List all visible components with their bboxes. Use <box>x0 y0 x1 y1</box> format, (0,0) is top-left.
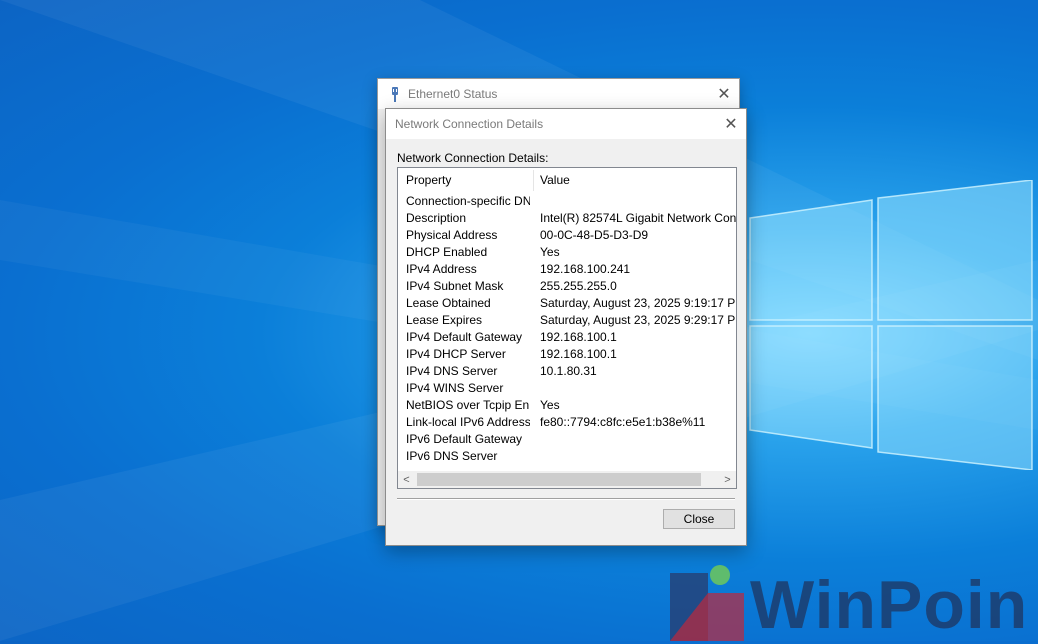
column-header-property[interactable]: Property <box>406 168 451 193</box>
list-item[interactable]: NetBIOS over Tcpip En... Yes <box>398 397 736 414</box>
scroll-right-icon[interactable]: > <box>719 471 736 488</box>
list-item[interactable]: IPv4 DNS Server 10.1.80.31 <box>398 363 736 380</box>
list-item[interactable]: Physical Address 00-0C-48-D5-D3-D9 <box>398 227 736 244</box>
details-label: Network Connection Details: <box>397 151 549 165</box>
value-cell: 192.168.100.241 <box>540 262 631 276</box>
list-item[interactable]: IPv6 Default Gateway <box>398 431 736 448</box>
property-cell: IPv4 Subnet Mask <box>406 279 504 293</box>
property-cell: Physical Address <box>406 228 498 242</box>
window-title: Ethernet0 Status <box>408 87 498 101</box>
listview-rows: Connection-specific DN... Description Int… <box>398 193 736 465</box>
value-cell: 255.255.255.0 <box>540 279 617 293</box>
property-cell: IPv4 WINS Server <box>406 381 504 395</box>
value-cell: 192.168.100.1 <box>540 330 617 344</box>
list-item[interactable]: Lease Expires Saturday, August 23, 2025 9… <box>398 312 736 329</box>
close-button[interactable]: Close <box>663 509 735 529</box>
list-item[interactable]: Link-local IPv6 Address fe80::7794:c8fc:e… <box>398 414 736 431</box>
list-item[interactable]: Description Intel(R) 82574L Gigabit Netwo… <box>398 210 736 227</box>
close-icon[interactable]: ✕ <box>716 109 746 139</box>
list-item[interactable]: IPv4 Subnet Mask 255.255.255.0 <box>398 278 736 295</box>
list-item[interactable]: Connection-specific DN... <box>398 193 736 210</box>
property-cell: DHCP Enabled <box>406 245 488 259</box>
property-cell: Description <box>406 211 467 225</box>
dialog-divider <box>397 498 735 500</box>
list-item[interactable]: Lease Obtained Saturday, August 23, 2025 … <box>398 295 736 312</box>
property-cell: IPv4 Default Gateway <box>406 330 523 344</box>
scroll-left-icon[interactable]: < <box>398 471 415 488</box>
list-item[interactable]: IPv6 DNS Server <box>398 448 736 465</box>
value-cell: 192.168.100.1 <box>540 347 617 361</box>
dialog-titlebar[interactable]: Network Connection Details ✕ <box>386 109 746 139</box>
ethernet-status-titlebar[interactable]: Ethernet0 Status ✕ <box>378 79 739 109</box>
property-cell: IPv6 Default Gateway <box>406 432 523 446</box>
listview-header: Property Value <box>398 168 736 193</box>
value-cell: Saturday, August 23, 2025 9:29:17 PM <box>540 313 737 327</box>
property-cell: Connection-specific DN... <box>406 194 530 208</box>
value-cell: Yes <box>540 398 560 412</box>
value-cell: 00-0C-48-D5-D3-D9 <box>540 228 649 242</box>
column-separator[interactable] <box>533 170 534 191</box>
value-cell: Yes <box>540 245 560 259</box>
windows-logo-wallpaper <box>749 180 1033 470</box>
list-item[interactable]: IPv4 Address 192.168.100.241 <box>398 261 736 278</box>
network-connection-details-dialog: Network Connection Details ✕ Network Con… <box>385 108 747 546</box>
property-cell: NetBIOS over Tcpip En... <box>406 398 530 412</box>
property-cell: IPv6 DNS Server <box>406 449 498 463</box>
horizontal-scrollbar[interactable]: < > <box>398 471 736 488</box>
list-item[interactable]: IPv4 DHCP Server 192.168.100.1 <box>398 346 736 363</box>
list-item[interactable]: IPv4 Default Gateway 192.168.100.1 <box>398 329 736 346</box>
value-cell: 10.1.80.31 <box>540 364 597 378</box>
property-cell: IPv4 DNS Server <box>406 364 498 378</box>
property-cell: IPv4 DHCP Server <box>406 347 506 361</box>
list-item[interactable]: DHCP Enabled Yes <box>398 244 736 261</box>
list-item[interactable]: IPv4 WINS Server <box>398 380 736 397</box>
value-cell: Intel(R) 82574L Gigabit Network Connect <box>540 211 737 225</box>
ethernet-icon <box>388 86 402 102</box>
scrollbar-thumb[interactable] <box>417 473 701 486</box>
property-cell: Link-local IPv6 Address <box>406 415 530 429</box>
value-cell: fe80::7794:c8fc:e5e1:b38e%11 <box>540 415 706 429</box>
column-header-value[interactable]: Value <box>540 168 570 193</box>
watermark-text: WinPoin <box>750 567 1029 643</box>
details-listview[interactable]: Property Value Connection-specific DN...… <box>397 167 737 489</box>
property-cell: IPv4 Address <box>406 262 477 276</box>
value-cell: Saturday, August 23, 2025 9:19:17 PM <box>540 296 737 310</box>
property-cell: Lease Expires <box>406 313 483 327</box>
close-icon[interactable]: ✕ <box>709 79 739 109</box>
dialog-title: Network Connection Details <box>395 117 544 131</box>
property-cell: Lease Obtained <box>406 296 491 310</box>
